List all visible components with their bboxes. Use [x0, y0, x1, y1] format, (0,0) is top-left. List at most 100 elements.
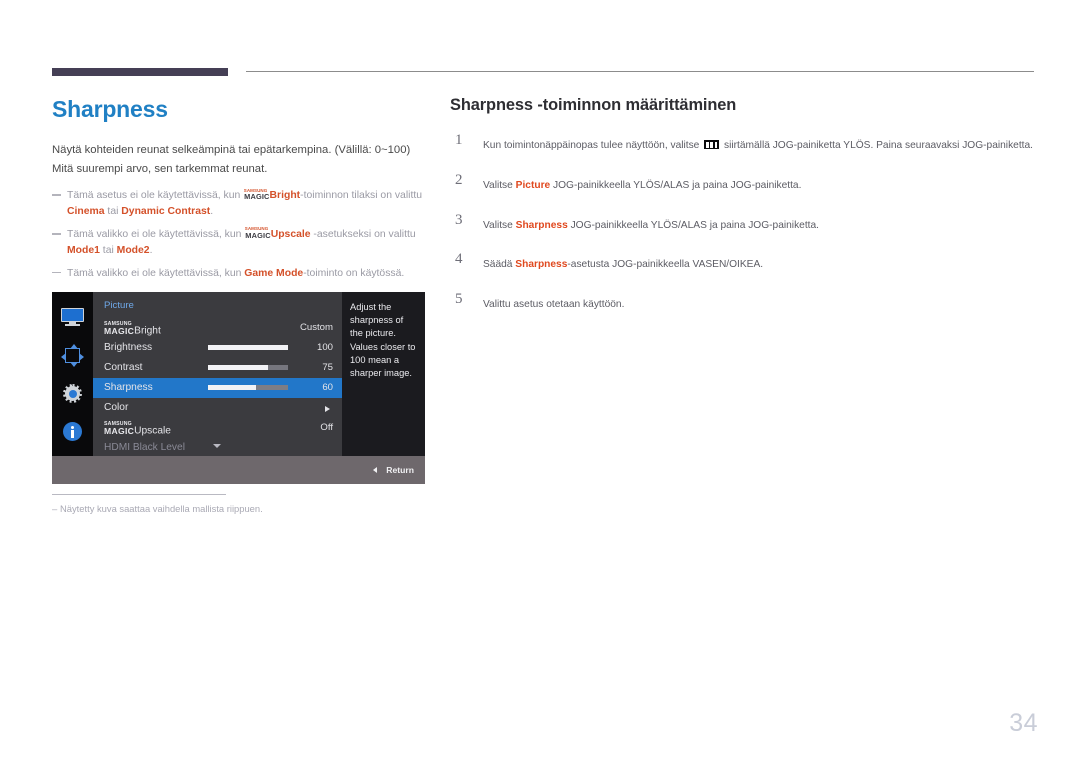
osd-category-label: Picture: [104, 300, 134, 311]
step-number: 4: [455, 251, 463, 268]
osd-slider[interactable]: [208, 365, 288, 370]
manual-page: Sharpness Näytä kohteiden reunat selkeäm…: [0, 0, 1080, 763]
note-emphasis: Bright: [269, 190, 301, 202]
magic-logo-bottom: MAGIC: [104, 326, 135, 337]
info-icon[interactable]: [61, 420, 84, 443]
osd-row-brightness[interactable]: Brightness 100: [93, 338, 342, 358]
step-item-5: 5 Valittu asetus otetaan käyttöön.: [450, 291, 1035, 312]
osd-row-label: HDMI Black Level: [104, 442, 185, 453]
note-item: Tämä valikko ei ole käytettävissä, kun S…: [52, 227, 432, 259]
osd-screenshot: Picture SAMSUNG MAGIC Bright Custom Bright…: [52, 292, 425, 484]
step-text-post: JOG-painikkeella YLÖS/ALAS ja paina JOG-…: [567, 219, 819, 231]
step-number: 2: [455, 171, 463, 188]
note-text-post: .: [210, 206, 214, 218]
note-dash-icon: [52, 271, 61, 274]
osd-tooltip: Adjust the sharpness of the picture. Val…: [342, 292, 425, 456]
osd-row-color[interactable]: Color: [93, 398, 342, 418]
note-text-mid: -toiminto on käytössä.: [303, 267, 405, 279]
osd-row-label: Color: [104, 402, 129, 413]
step-text-pre: Kun toimintonäppäinopas tulee näyttöön, …: [483, 140, 703, 151]
note-dash-icon: [52, 233, 61, 235]
osd-footer-bar: Return: [52, 456, 425, 484]
menu-bars-icon: [704, 140, 720, 149]
osd-row-value: 75: [322, 362, 333, 373]
header-rule: [246, 71, 1034, 72]
step-item-3: 3 Valitse Sharpness JOG-painikkeella YLÖ…: [450, 211, 1035, 233]
page-title: Sharpness: [52, 96, 168, 122]
step-emphasis: Sharpness: [515, 219, 568, 231]
page-number: 34: [1009, 709, 1038, 737]
step-text: Valittu asetus otetaan käyttöön.: [483, 299, 624, 310]
step-item-2: 2 Valitse Picture JOG-painikkeella YLÖS/…: [450, 171, 1035, 193]
note-emphasis: Mode1: [67, 244, 100, 256]
osd-row-label-text: Bright: [134, 325, 161, 337]
step-text-post: siirtämällä JOG-painiketta YLÖS. Paina s…: [721, 140, 1033, 151]
samsung-magic-logo: SAMSUNG MAGIC: [104, 421, 135, 437]
samsung-magic-logo: SAMSUNG MAGIC: [104, 321, 135, 337]
osd-row-value: Off: [320, 422, 333, 433]
note-dash-icon: [52, 194, 61, 197]
footnote: – Näytetty kuva saattaa vaihdella mallist…: [52, 503, 263, 514]
note-item: Tämä valikko ei ole käytettävissä, kun G…: [52, 266, 432, 282]
osd-row-contrast[interactable]: Contrast 75: [93, 358, 342, 378]
osd-row-label: Contrast: [104, 362, 143, 373]
directional-pad-icon[interactable]: [61, 344, 84, 367]
description-block: Näytä kohteiden reunat selkeämpinä tai e…: [52, 141, 432, 180]
magic-logo-bottom: MAGIC: [104, 426, 135, 437]
step-text-pre: Säädä: [483, 259, 516, 271]
samsung-magic-logo: SAMSUNG MAGIC: [245, 226, 271, 241]
step-text: Kun toimintonäppäinopas tulee näyttöön, …: [483, 140, 1033, 151]
left-column: Sharpness Näytä kohteiden reunat selkeäm…: [52, 96, 432, 289]
osd-row-label-text: Upscale: [134, 425, 171, 437]
note-text-pre: Tämä valikko ei ole käytettävissä, kun: [67, 229, 245, 241]
osd-row-sharpness[interactable]: Sharpness 60: [93, 378, 342, 398]
magic-logo-bottom: MAGIC: [245, 231, 271, 241]
osd-row-magicbright[interactable]: SAMSUNG MAGIC Bright Custom: [93, 318, 342, 338]
step-text-post: JOG-painikkeella YLÖS/ALAS ja paina JOG-…: [550, 179, 802, 191]
magic-logo-top: SAMSUNG: [245, 226, 269, 232]
description-line-2: Mitä suurempi arvo, sen tarkemmat reunat…: [52, 163, 268, 176]
back-arrow-icon: [373, 467, 377, 473]
monitor-icon[interactable]: [61, 305, 84, 328]
osd-menu-panel: Picture SAMSUNG MAGIC Bright Custom Bright…: [93, 292, 342, 456]
step-text: Valitse Sharpness JOG-painikkeella YLÖS/…: [483, 220, 819, 231]
note-text-pre: Tämä valikko ei ole käytettävissä, kun: [67, 267, 245, 279]
gear-icon[interactable]: [61, 382, 84, 405]
step-text-pre: Valittu asetus otetaan käyttöön.: [483, 299, 625, 311]
step-text: Säädä Sharpness-asetusta JOG-painikkeell…: [483, 259, 763, 270]
chevron-down-icon[interactable]: [213, 444, 221, 448]
step-text: Valitse Picture JOG-painikkeella YLÖS/AL…: [483, 180, 801, 191]
note-emphasis: Cinema: [67, 206, 105, 218]
step-emphasis: Picture: [515, 179, 551, 191]
step-text-pre: Valitse: [483, 179, 516, 191]
step-text-pre: Valitse: [483, 219, 516, 231]
osd-return-label[interactable]: Return: [386, 465, 414, 475]
osd-row-magicupscale[interactable]: SAMSUNG MAGIC Upscale Off: [93, 418, 342, 438]
header-accent-bar: [52, 68, 228, 76]
osd-row-value: 100: [316, 342, 333, 353]
note-text-post: .: [149, 244, 153, 256]
osd-slider[interactable]: [208, 345, 288, 350]
osd-row-label: Sharpness: [104, 382, 153, 393]
note-emphasis: Dynamic Contrast: [121, 206, 211, 218]
osd-row-value: Custom: [299, 322, 333, 333]
footnote-dash-icon: –: [52, 503, 58, 514]
note-emphasis: Upscale: [270, 229, 311, 241]
note-conj: tai: [99, 244, 117, 256]
footnote-rule: [52, 494, 226, 495]
step-number: 3: [455, 211, 463, 228]
step-number: 1: [455, 132, 463, 148]
note-conj: tai: [104, 206, 122, 218]
note-text-mid: -toiminnon tilaksi on valittu: [300, 190, 422, 202]
osd-icon-sidebar: [52, 292, 93, 456]
right-column: Sharpness -toiminnon määrittäminen 1 Kun…: [450, 96, 1035, 334]
samsung-magic-logo: SAMSUNG MAGIC: [243, 187, 269, 201]
steps-list: 1 Kun toimintonäppäinopas tulee näyttöön…: [450, 132, 1035, 312]
osd-slider[interactable]: [208, 385, 288, 390]
magic-logo-top: SAMSUNG: [243, 187, 268, 193]
step-item-4: 4 Säädä Sharpness-asetusta JOG-painikkee…: [450, 251, 1035, 272]
note-text-mid: -asetukseksi on valittu: [310, 229, 416, 241]
note-text-pre: Tämä asetus ei ole käytettävissä, kun: [67, 190, 244, 202]
step-text-post: -asetusta JOG-painikkeella VASEN/OIKEA.: [567, 259, 764, 271]
note-emphasis: Game Mode: [244, 267, 304, 279]
